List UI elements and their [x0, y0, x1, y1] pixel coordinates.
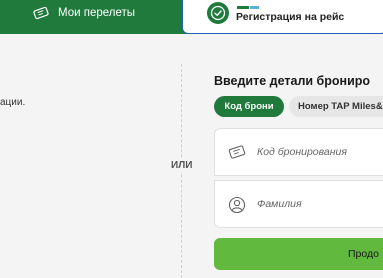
- toggle-booking-code[interactable]: Код брони: [214, 96, 284, 117]
- tab-my-flights[interactable]: Мои перелеты: [0, 0, 180, 28]
- booking-code-field[interactable]: Код бронирования: [214, 128, 383, 176]
- check-circle-icon: [207, 2, 229, 24]
- last-name-field[interactable]: Фамилия: [214, 180, 383, 228]
- top-nav-bar: Мои перелеты Регистрация на рейс: [0, 0, 383, 34]
- user-icon: [228, 196, 246, 219]
- continue-button[interactable]: Продо: [214, 238, 383, 270]
- info-text-fragment: ации.: [0, 97, 26, 108]
- ticket-icon: [228, 144, 246, 165]
- booking-code-placeholder: Код бронирования: [257, 146, 347, 158]
- ticket-icon: [33, 6, 49, 25]
- tab-checkin[interactable]: Регистрация на рейс: [182, 0, 383, 34]
- tab-checkin-label: Регистрация на рейс: [236, 11, 345, 23]
- or-separator: ИЛИ: [171, 159, 193, 172]
- booking-form-heading: Введите детали брониро: [214, 74, 371, 88]
- toggle-tap-miles-number[interactable]: Номер TAP Miles&: [289, 96, 383, 117]
- progress-indicator: [237, 6, 259, 9]
- tab-my-flights-label: Мои перелеты: [58, 7, 136, 19]
- last-name-placeholder: Фамилия: [257, 198, 302, 210]
